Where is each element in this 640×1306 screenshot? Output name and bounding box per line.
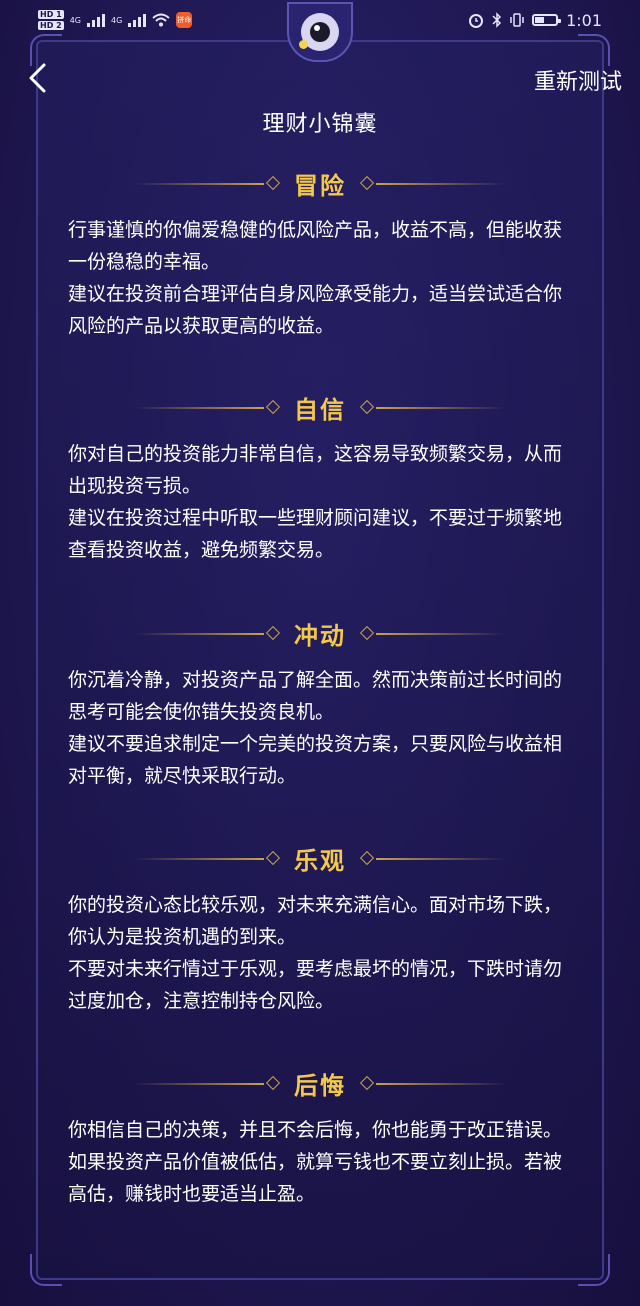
section-body: 你对自己的投资能力非常自信，这容易导致频繁交易，从而出现投资亏损。 建议在投资过… xyxy=(68,438,572,566)
section-description: 你沉着冷静，对投资产品了解全面。然而决策前过长时间的思考可能会使你错失投资良机。 xyxy=(68,669,563,723)
diamond-icon xyxy=(359,399,375,415)
battery-icon xyxy=(532,14,562,26)
divider-line xyxy=(134,407,264,409)
divider-line xyxy=(134,858,264,860)
section-title: 乐观 xyxy=(294,846,346,875)
section-advice: 不要对未来行情过于乐观，要考虑最坏的情况，下跌时请勿过度加仓，注意控制持仓风险。 xyxy=(68,958,563,1012)
hd2-label: HD 2 xyxy=(38,21,64,30)
divider-line xyxy=(134,183,264,185)
section-title: 自信 xyxy=(294,395,346,424)
section-advice: 建议在投资前合理评估自身风险承受能力，适当尝试适合你风险的产品以获取更高的收益。 xyxy=(68,283,563,337)
frame-corner-decoration xyxy=(30,1254,62,1286)
bluetooth-icon xyxy=(492,12,502,28)
section-header: 后悔 xyxy=(68,1064,572,1102)
diamond-icon xyxy=(359,625,375,641)
section-card: 冲动 你沉着冷静，对投资产品了解全面。然而决策前过长时间的思考可能会使你错失投资… xyxy=(68,614,572,792)
section-body: 你的投资心态比较乐观，对未来充满信心。面对市场下跌，你认为是投资机遇的到来。 不… xyxy=(68,889,572,1017)
divider-line xyxy=(376,1083,506,1085)
divider-line xyxy=(376,407,506,409)
section-body: 你相信自己的决策，并且不会后悔，你也能勇于改正错误。 如果投资产品价值被低估，就… xyxy=(68,1114,572,1210)
app-notification-icon: 拼命 xyxy=(176,12,193,28)
frame-corner-decoration xyxy=(578,1254,610,1286)
diamond-icon xyxy=(265,175,281,191)
section-card: 冒险 行事谨慎的你偏爱稳健的低风险产品，收益不高，但能收获一份稳稳的幸福。 建议… xyxy=(68,164,572,342)
section-body: 你沉着冷静，对投资产品了解全面。然而决策前过长时间的思考可能会使你错失投资良机。… xyxy=(68,664,572,792)
frame-corner-decoration xyxy=(578,34,610,66)
section-title: 冒险 xyxy=(294,171,346,200)
section-header: 冲动 xyxy=(68,614,572,652)
eye-emblem-icon xyxy=(287,2,353,62)
section-description: 行事谨慎的你偏爱稳健的低风险产品，收益不高，但能收获一份稳稳的幸福。 xyxy=(68,219,563,273)
divider-line xyxy=(134,633,264,635)
section-header: 乐观 xyxy=(68,839,572,877)
diamond-icon xyxy=(265,1075,281,1091)
mascot-emblem xyxy=(282,0,358,64)
diamond-icon xyxy=(359,850,375,866)
divider-line xyxy=(376,858,506,860)
section-description: 你的投资心态比较乐观，对未来充满信心。面对市场下跌，你认为是投资机遇的到来。 xyxy=(68,894,563,948)
divider-line xyxy=(134,1083,264,1085)
hd1-label: HD 1 xyxy=(38,10,64,19)
section-card: 后悔 你相信自己的决策，并且不会后悔，你也能勇于改正错误。 如果投资产品价值被低… xyxy=(68,1064,572,1210)
section-header: 冒险 xyxy=(68,164,572,202)
section-description: 你相信自己的决策，并且不会后悔，你也能勇于改正错误。 xyxy=(68,1119,563,1141)
vibrate-icon xyxy=(510,13,524,27)
alarm-icon xyxy=(469,14,484,28)
section-card: 自信 你对自己的投资能力非常自信，这容易导致频繁交易，从而出现投资亏损。 建议在… xyxy=(68,388,572,566)
retest-button[interactable]: 重新测试 xyxy=(534,64,622,96)
wifi-icon xyxy=(152,13,170,27)
diamond-icon xyxy=(265,625,281,641)
signal-icon-1 xyxy=(86,13,105,27)
page-title: 理财小锦囊 xyxy=(262,112,378,137)
section-body: 行事谨慎的你偏爱稳健的低风险产品，收益不高，但能收获一份稳稳的幸福。 建议在投资… xyxy=(68,214,572,342)
back-button[interactable] xyxy=(22,60,52,96)
section-header: 自信 xyxy=(68,388,572,426)
divider-line xyxy=(376,633,506,635)
section-card: 乐观 你的投资心态比较乐观，对未来充满信心。面对市场下跌，你认为是投资机遇的到来… xyxy=(68,839,572,1017)
status-right: 1:01 xyxy=(468,11,640,30)
status-left: HD 1 HD 2 4G 4G 拼命 xyxy=(0,9,193,31)
status-time: 1:01 xyxy=(566,10,602,30)
network-type-2: 4G xyxy=(110,15,123,25)
section-title: 后悔 xyxy=(294,1071,346,1100)
section-title: 冲动 xyxy=(294,621,346,650)
section-advice: 如果投资产品价值被低估，就算亏钱也不要立刻止损。若被高估，赚钱时也要适当止盈。 xyxy=(68,1151,563,1205)
signal-icon-2 xyxy=(128,13,147,27)
diamond-icon xyxy=(359,175,375,191)
chevron-left-icon xyxy=(29,63,46,93)
section-advice: 建议在投资过程中听取一些理财顾问建议，不要过于频繁地查看投资收益，避免频繁交易。 xyxy=(68,507,563,561)
diamond-icon xyxy=(359,1075,375,1091)
diamond-icon xyxy=(265,399,281,415)
diamond-icon xyxy=(265,850,281,866)
sim-indicator: HD 1 HD 2 xyxy=(38,9,64,31)
divider-line xyxy=(376,183,506,185)
section-advice: 建议不要追求制定一个完美的投资方案，只要风险与收益相对平衡，就尽快采取行动。 xyxy=(68,733,563,787)
section-description: 你对自己的投资能力非常自信，这容易导致频繁交易，从而出现投资亏损。 xyxy=(68,443,563,497)
network-type-1: 4G xyxy=(69,15,81,25)
